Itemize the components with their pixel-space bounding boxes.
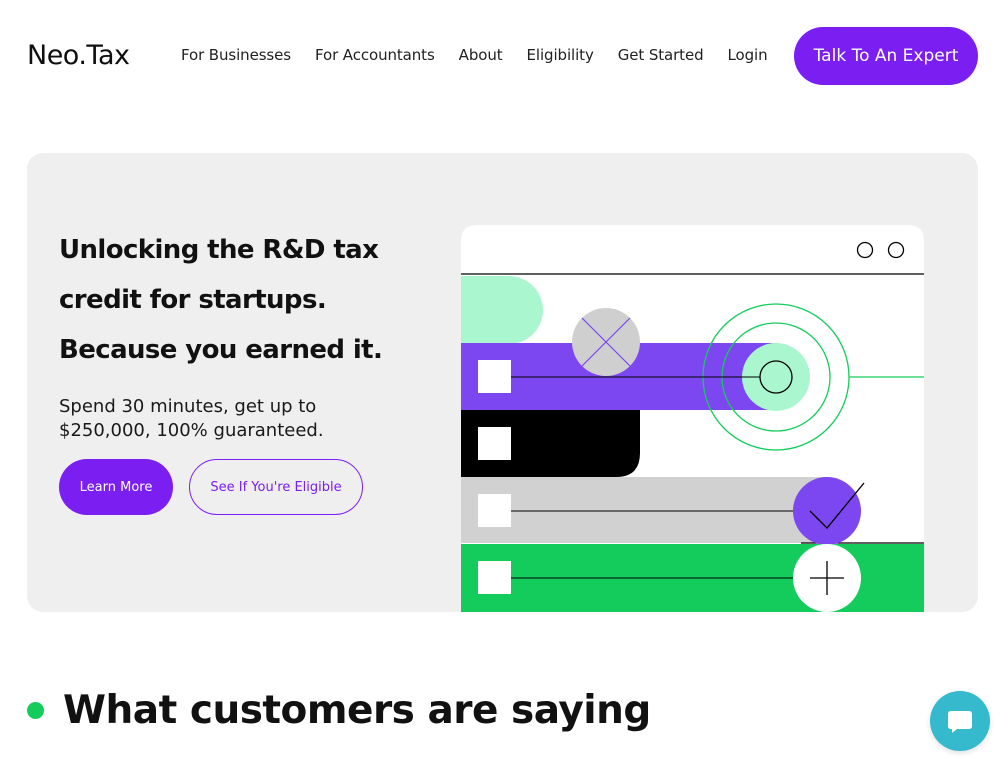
hero-title-line-3: Because you earned it. (59, 335, 383, 365)
nav-eligibility[interactable]: Eligibility (527, 46, 594, 64)
hero-title-line-2: credit for startups. (59, 285, 327, 315)
hero-subtitle-line-2: $250,000, 100% guaranteed. (59, 420, 324, 441)
testimonials-heading: What customers are saying (63, 688, 651, 733)
hero-subtitle: Spend 30 minutes, get up to $250,000, 10… (59, 395, 389, 443)
talk-to-expert-button[interactable]: Talk To An Expert (794, 27, 978, 85)
hero-section: Unlocking the R&D tax credit for startup… (27, 153, 978, 612)
hero-illustration (461, 225, 924, 612)
chat-launcher-button[interactable] (930, 691, 990, 751)
neotax-logo[interactable]: Neo.Tax (27, 40, 130, 71)
nav-get-started[interactable]: Get Started (618, 46, 704, 64)
chat-bubble-icon (948, 711, 972, 733)
hero-title-line-1: Unlocking the R&D tax (59, 235, 379, 265)
hero-subtitle-line-1: Spend 30 minutes, get up to (59, 396, 317, 417)
see-if-eligible-button[interactable]: See If You're Eligible (189, 459, 363, 515)
checkmark-icon (793, 477, 861, 545)
nav-for-businesses[interactable]: For Businesses (181, 46, 291, 64)
hero-title: Unlocking the R&D tax credit for startup… (59, 225, 439, 375)
section-bullet-dot (27, 702, 44, 719)
nav-login[interactable]: Login (728, 46, 768, 64)
main-nav: For Businesses For Accountants About Eli… (181, 46, 768, 64)
nav-for-accountants[interactable]: For Accountants (315, 46, 435, 64)
learn-more-button[interactable]: Learn More (59, 459, 173, 515)
nav-about[interactable]: About (459, 46, 503, 64)
